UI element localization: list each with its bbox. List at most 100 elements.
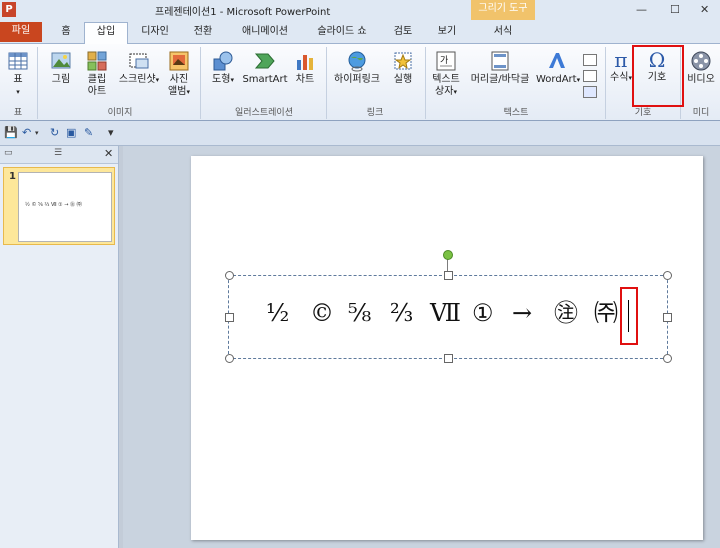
table-label: 표 bbox=[13, 74, 23, 85]
slide-thumbnail-selected[interactable]: 1 ½ © ⅝ ⅔ Ⅶ ① → ㊟ ㈜ bbox=[3, 167, 115, 245]
header-footer-label: 머리글/바닥글 bbox=[470, 74, 530, 85]
symbol-circled-one: ① bbox=[472, 299, 494, 327]
screenshot-icon bbox=[129, 53, 149, 69]
action-label: 실행 bbox=[393, 74, 413, 85]
header-footer-button[interactable]: 머리글/바닥글 bbox=[466, 50, 534, 86]
photo-album-button[interactable]: 사진 앨범▾ bbox=[164, 50, 194, 98]
close-icon[interactable]: ✕ bbox=[700, 3, 709, 16]
group-separator bbox=[200, 47, 201, 119]
redo-icon[interactable]: ↻ bbox=[50, 126, 59, 139]
save-icon[interactable]: 💾 bbox=[4, 126, 18, 139]
spelling-icon[interactable]: ✎ bbox=[84, 126, 93, 139]
hyperlink-label: 하이퍼링크 bbox=[334, 74, 380, 85]
shapes-button[interactable]: 도형▾ bbox=[206, 50, 240, 86]
equation-label: 수식 bbox=[610, 72, 629, 83]
wordart-button[interactable]: WordArt▾ bbox=[536, 50, 580, 86]
maximize-icon[interactable]: ☐ bbox=[670, 3, 680, 16]
tab-design[interactable]: 디자인 bbox=[132, 23, 178, 42]
symbol-right-arrow: → bbox=[512, 299, 533, 327]
undo-dropdown-icon[interactable]: ▾ bbox=[35, 129, 39, 137]
tab-review[interactable]: 검토 bbox=[386, 23, 420, 42]
pane-splitter[interactable] bbox=[119, 146, 123, 548]
svg-text:가: 가 bbox=[440, 55, 448, 66]
highlight-symbol-button bbox=[632, 45, 684, 107]
chevron-down-icon: ▾ bbox=[186, 88, 190, 96]
photo-label-1: 사진 bbox=[169, 74, 189, 85]
symbol-parenthesized-ju: ㈜ bbox=[594, 299, 618, 327]
group-label-media: 미디 bbox=[692, 108, 710, 118]
ribbon-tabs: 파일 홈 삽입 디자인 전환 애니메이션 슬라이드 쇼 검토 보기 서식 bbox=[0, 20, 720, 44]
picture-label: 그림 bbox=[51, 74, 71, 85]
group-separator bbox=[605, 47, 606, 119]
chevron-down-icon: ▾ bbox=[155, 76, 160, 84]
slide-thumbnail[interactable]: ½ © ⅝ ⅔ Ⅶ ① → ㊟ ㈜ bbox=[18, 172, 112, 242]
slide-number-icon bbox=[583, 70, 597, 82]
video-button[interactable]: 비디오 bbox=[684, 50, 718, 86]
group-separator bbox=[425, 47, 426, 119]
picture-button[interactable]: 그림 bbox=[44, 50, 78, 86]
group-label-links: 링크 bbox=[366, 108, 384, 118]
textbox-button[interactable]: 가 텍스트 상자▾ bbox=[428, 50, 464, 98]
textbox-label-1: 텍스트 bbox=[432, 74, 460, 85]
tab-slideshow[interactable]: 슬라이드 쇼 bbox=[310, 23, 374, 42]
powerpoint-app-icon[interactable]: P bbox=[2, 2, 16, 17]
textbox-label-2: 상자 bbox=[435, 86, 454, 97]
group-label-table: 표 bbox=[13, 108, 23, 118]
customize-qat-icon[interactable]: ▾ bbox=[108, 126, 114, 139]
minimize-icon[interactable]: — bbox=[636, 3, 647, 16]
header-footer-icon bbox=[491, 51, 509, 71]
tab-view[interactable]: 보기 bbox=[430, 23, 464, 42]
resize-handle-bottom-left[interactable] bbox=[225, 354, 234, 363]
screenshot-label: 스크린샷 bbox=[118, 74, 156, 85]
resize-handle-bottom-right[interactable] bbox=[663, 354, 672, 363]
tab-file[interactable]: 파일 bbox=[0, 22, 42, 42]
slideshow-start-icon[interactable]: ▣ bbox=[66, 126, 76, 139]
equation-button[interactable]: π 수식▾ bbox=[608, 48, 634, 84]
tab-format[interactable]: 서식 bbox=[485, 23, 521, 42]
date-time-icon bbox=[583, 54, 597, 66]
object-icon bbox=[583, 86, 597, 98]
video-label: 비디오 bbox=[687, 74, 715, 85]
picture-icon bbox=[51, 52, 71, 69]
clipart-icon bbox=[87, 51, 107, 71]
chart-icon bbox=[297, 55, 313, 70]
globe-link-icon bbox=[348, 51, 366, 72]
highlight-inserted-symbol bbox=[620, 287, 638, 345]
chart-label: 차트 bbox=[295, 74, 315, 85]
resize-handle-left[interactable] bbox=[225, 313, 234, 322]
outline-tab-icon[interactable]: ☰ bbox=[54, 148, 62, 158]
quick-access-toolbar: 💾 ↶ ▾ ↻ ▣ ✎ ▾ bbox=[0, 121, 720, 146]
pi-icon: π bbox=[614, 48, 628, 72]
tab-home[interactable]: 홈 bbox=[52, 23, 80, 42]
action-button[interactable]: 실행 bbox=[388, 50, 418, 86]
tab-insert[interactable]: 삽입 bbox=[84, 22, 128, 44]
text-small-buttons[interactable] bbox=[580, 54, 600, 98]
tab-transitions[interactable]: 전환 bbox=[186, 23, 220, 42]
title-bar: P 프레젠테이션1 - Microsoft PowerPoint 그리기 도구 … bbox=[0, 0, 720, 20]
resize-handle-bottom[interactable] bbox=[444, 354, 453, 363]
rotation-handle[interactable] bbox=[443, 250, 453, 260]
chart-button[interactable]: 차트 bbox=[290, 50, 320, 86]
resize-handle-top-right[interactable] bbox=[663, 271, 672, 280]
symbol-one-half: ½ bbox=[266, 299, 290, 327]
symbol-two-thirds: ⅔ bbox=[390, 299, 414, 327]
screenshot-button[interactable]: 스크린샷▾ bbox=[116, 50, 162, 86]
hyperlink-button[interactable]: 하이퍼링크 bbox=[330, 50, 384, 86]
group-separator bbox=[37, 47, 38, 119]
close-pane-icon[interactable]: ✕ bbox=[104, 147, 113, 160]
slides-tab-icon[interactable]: ▭ bbox=[4, 148, 13, 158]
wordart-label: WordArt bbox=[536, 74, 577, 85]
clipart-label-1: 클립 bbox=[87, 74, 107, 85]
photo-label-2: 앨범 bbox=[168, 86, 187, 97]
tab-animations[interactable]: 애니메이션 bbox=[232, 23, 298, 42]
clipart-button[interactable]: 클립 아트 bbox=[82, 50, 112, 98]
resize-handle-top-left[interactable] bbox=[225, 271, 234, 280]
shapes-icon bbox=[213, 51, 233, 71]
undo-icon[interactable]: ↶ bbox=[22, 126, 31, 139]
smartart-button[interactable]: SmartArt bbox=[242, 50, 288, 86]
slide-number: 1 bbox=[9, 171, 16, 182]
resize-handle-right[interactable] bbox=[663, 313, 672, 322]
symbol-roman-seven: Ⅶ bbox=[430, 299, 461, 327]
resize-handle-top[interactable] bbox=[444, 271, 453, 280]
table-button[interactable]: 표 ▾ bbox=[4, 50, 32, 98]
